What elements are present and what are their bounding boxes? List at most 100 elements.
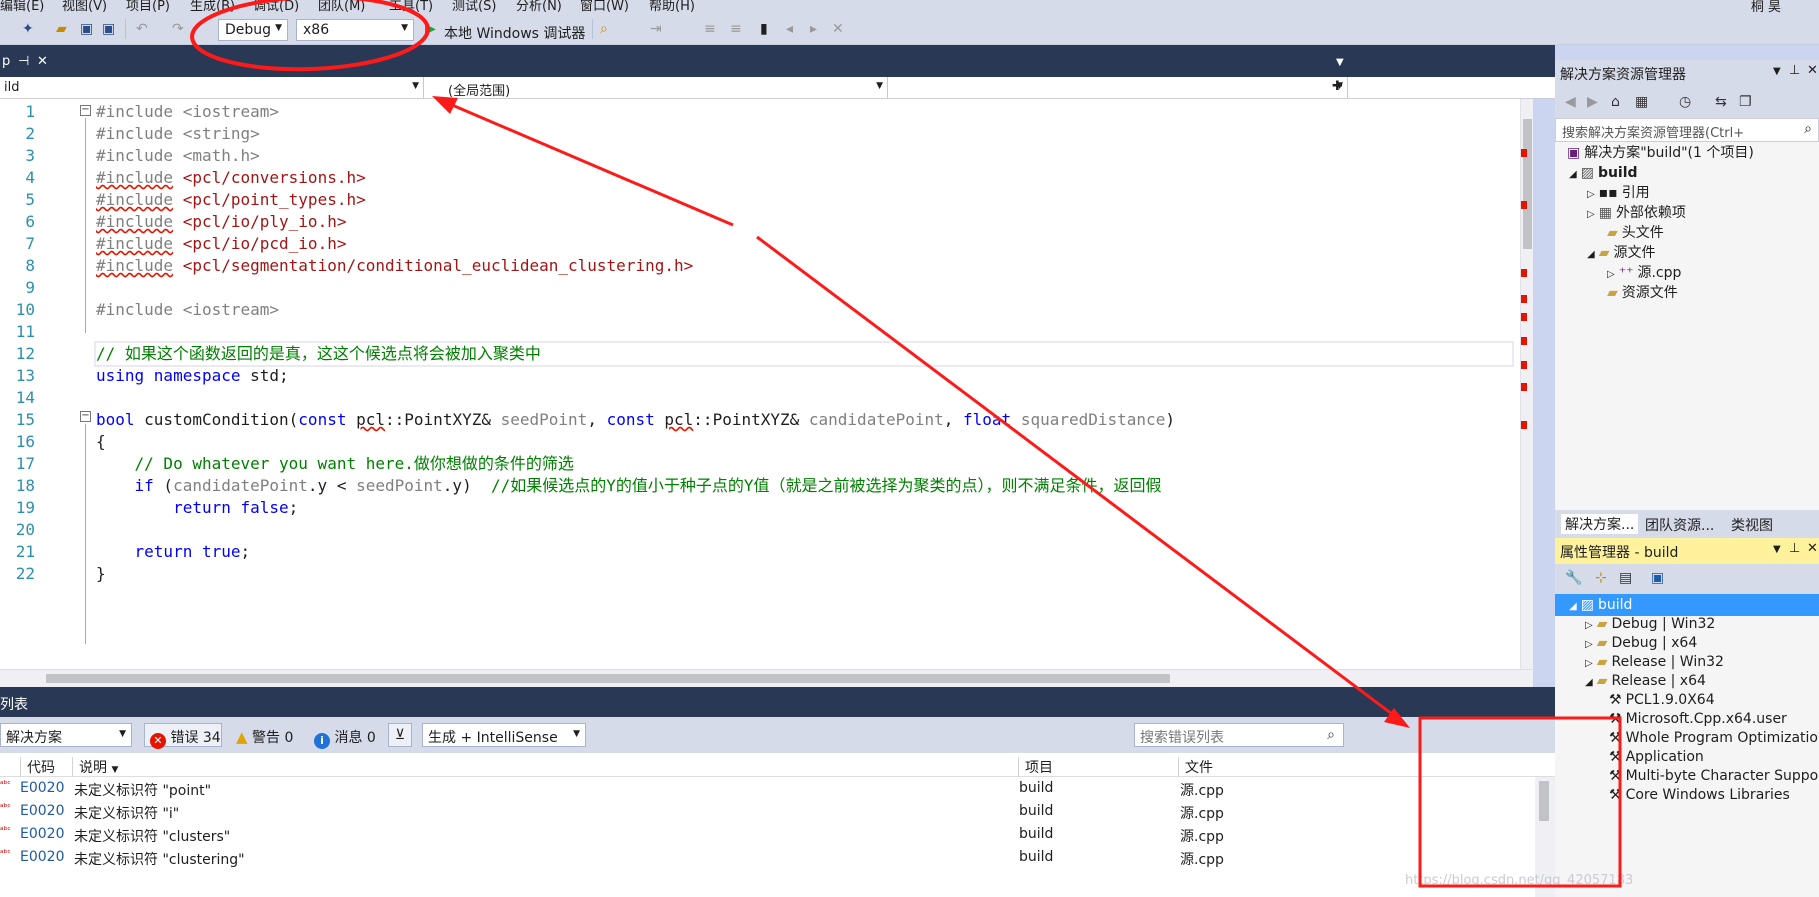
scroll-thumb[interactable] [1539,781,1549,821]
open-folder-icon[interactable]: ▰ [56,21,67,37]
collapse-all-icon[interactable]: ❐ [1739,94,1752,110]
scroll-thumb[interactable] [1523,119,1532,249]
column-file[interactable]: 文件 [1178,757,1338,777]
scroll-thumb[interactable] [46,674,1170,683]
messages-toggle-button[interactable]: i 消息 0 [308,723,380,749]
close-icon[interactable]: ✕ [37,54,48,69]
scope-filter-dropdown[interactable]: 解决方案 ▼ [0,723,132,747]
start-debug-icon[interactable]: ▶ [425,21,436,37]
warnings-toggle-button[interactable]: ▲ 警告 0 [230,723,300,747]
comment-icon[interactable]: ≡ [704,21,716,37]
config-dropdown[interactable]: Debug ▼ [218,19,288,41]
next-bookmark-icon[interactable]: ▸ [810,21,817,37]
error-search-input[interactable]: 搜索错误列表 ⌕ [1134,723,1344,747]
error-row[interactable]: ᵃᵇᶜ E0020 未定义标识符 "clusters" build 源.cpp [0,823,1535,847]
save-icon[interactable]: ▣ [80,21,93,37]
error-code[interactable]: E0020 [20,826,64,842]
menu-help[interactable]: 帮助(H) [649,0,695,13]
editor-vertical-scrollbar[interactable] [1520,99,1533,669]
pin-icon[interactable]: ⊣ [18,54,29,69]
filter-icon[interactable]: ⊻ [388,723,412,747]
home-icon[interactable]: ⌂ [1611,94,1620,110]
menu-team[interactable]: 团队(M) [318,0,365,13]
menu-edit[interactable]: 编辑(E) [0,0,44,13]
uncomment-icon[interactable]: ≡ [730,21,742,37]
error-marker[interactable] [1521,269,1527,277]
platform-dropdown[interactable]: x86 ▼ [296,19,414,41]
tab-class-view[interactable]: 类视图 [1731,515,1773,535]
switch-views-icon[interactable]: ▦ [1635,94,1648,110]
pending-changes-icon[interactable]: ◷ [1679,94,1691,110]
error-marker[interactable] [1521,149,1527,157]
member-dropdown[interactable]: ▼ [888,77,1348,99]
bookmark-icon[interactable]: ▮ [760,21,768,37]
error-marker[interactable] [1521,295,1527,303]
tree-solution[interactable]: ▣ 解决方案"build"(1 个项目) [1567,142,1754,164]
save-icon[interactable]: ▣ [1651,570,1664,586]
undo-icon[interactable]: ↶ [136,21,148,37]
menu-analyze[interactable]: 分析(N) [516,0,562,13]
sync-icon[interactable]: ⇆ [1715,94,1727,110]
menu-debug[interactable]: 调试(D) [253,0,299,13]
dropdown-icon[interactable]: ▼ [1773,66,1781,77]
project-dropdown[interactable]: ild ▼ [0,77,424,99]
dropdown-icon[interactable]: ▼ [1773,544,1781,555]
error-row[interactable]: ᵃᵇᶜ E0020 未定义标识符 "i" build 源.cpp [0,800,1535,824]
solution-search-input[interactable]: 搜索解决方案资源管理器(Ctrl+ ⌕ [1555,118,1819,142]
column-code[interactable]: 代码 [20,757,76,777]
menu-build[interactable]: 生成(B) [190,0,235,13]
menu-tools[interactable]: 工具(T) [389,0,433,13]
error-marker[interactable] [1521,201,1527,209]
error-marker[interactable] [1521,361,1527,369]
tab-solution-explorer[interactable]: 解决方案... [1561,514,1639,534]
prop-sheet[interactable]: ⚒ Core Windows Libraries [1609,784,1790,806]
tab-team-explorer[interactable]: 团队资源... [1645,515,1714,535]
close-icon[interactable]: ✕ [1807,541,1818,556]
pin-icon[interactable]: ⊥ [1789,541,1800,556]
error-code[interactable]: E0020 [20,780,64,796]
error-code[interactable]: E0020 [20,849,64,865]
build-source-dropdown[interactable]: 生成 + IntelliSense ▼ [422,723,586,747]
tab-overflow-icon[interactable]: ▼ [1336,57,1344,68]
error-code[interactable]: E0020 [20,803,64,819]
user-name[interactable]: 桐 昊 [1751,0,1781,13]
forward-icon[interactable]: ▶ [1587,94,1598,110]
menu-project[interactable]: 项目(P) [126,0,170,13]
menu-window[interactable]: 窗口(W) [580,0,629,13]
editor-horizontal-scrollbar[interactable] [0,669,1533,687]
save-all-icon[interactable]: ▣ [102,21,115,37]
error-marker[interactable] [1521,337,1527,345]
column-project[interactable]: 项目 [1018,757,1178,777]
error-row[interactable]: ᵃᵇᶜ E0020 未定义标识符 "clustering" build 源.cp… [0,846,1535,870]
errors-toggle-button[interactable]: ✕ 错误 34 [144,723,222,749]
find-icon[interactable]: ⌕ [600,21,608,37]
add-existing-sheet-icon[interactable]: ⊹ [1595,570,1607,586]
redo-icon[interactable]: ↷ [172,21,184,37]
tree-references[interactable]: ▷ ▪▪ 引用 [1587,182,1650,204]
code-editor[interactable]: − − 1 #include <iostream> 2 #include <stri… [0,99,1533,669]
error-marker[interactable] [1521,383,1527,391]
pin-icon[interactable]: ⊥ [1789,63,1800,78]
new-project-icon[interactable]: ✦ [22,21,34,37]
prev-bookmark-icon[interactable]: ◂ [786,21,793,37]
tree-external-deps[interactable]: ▷ ▦ 外部依赖项 [1587,202,1686,224]
tree-source-files[interactable]: ◢ ▰ 源文件 [1587,242,1655,264]
add-new-sheet-icon[interactable]: ▤ [1619,570,1632,586]
step-icon[interactable]: ⇥ [650,21,662,37]
error-marker[interactable] [1521,421,1527,429]
close-icon[interactable]: ✕ [1807,63,1818,78]
error-marker[interactable] [1521,313,1527,321]
error-row[interactable]: ᵃᵇᶜ E0020 未定义标识符 "point" build 源.cpp [0,777,1535,801]
menu-test[interactable]: 测试(S) [452,0,496,13]
column-description[interactable]: 说明 ▼ [72,757,1020,777]
start-debug-button[interactable]: 本地 Windows 调试器 [444,23,585,43]
menu-view[interactable]: 视图(V) [62,0,107,13]
tab-source[interactable]: p [2,54,10,69]
back-icon[interactable]: ◀ [1565,94,1576,110]
tree-header-files[interactable]: ▰ 头文件 [1607,222,1664,244]
tree-project[interactable]: ◢ ▨ build [1569,162,1638,184]
split-icon[interactable]: ✚ [1332,79,1343,94]
wrench-icon[interactable]: 🔧 [1565,570,1582,586]
scope-dropdown[interactable]: (全局范围) ▼ [444,77,888,99]
tree-source-cpp[interactable]: ▷ ⁺⁺ 源.cpp [1607,262,1681,284]
